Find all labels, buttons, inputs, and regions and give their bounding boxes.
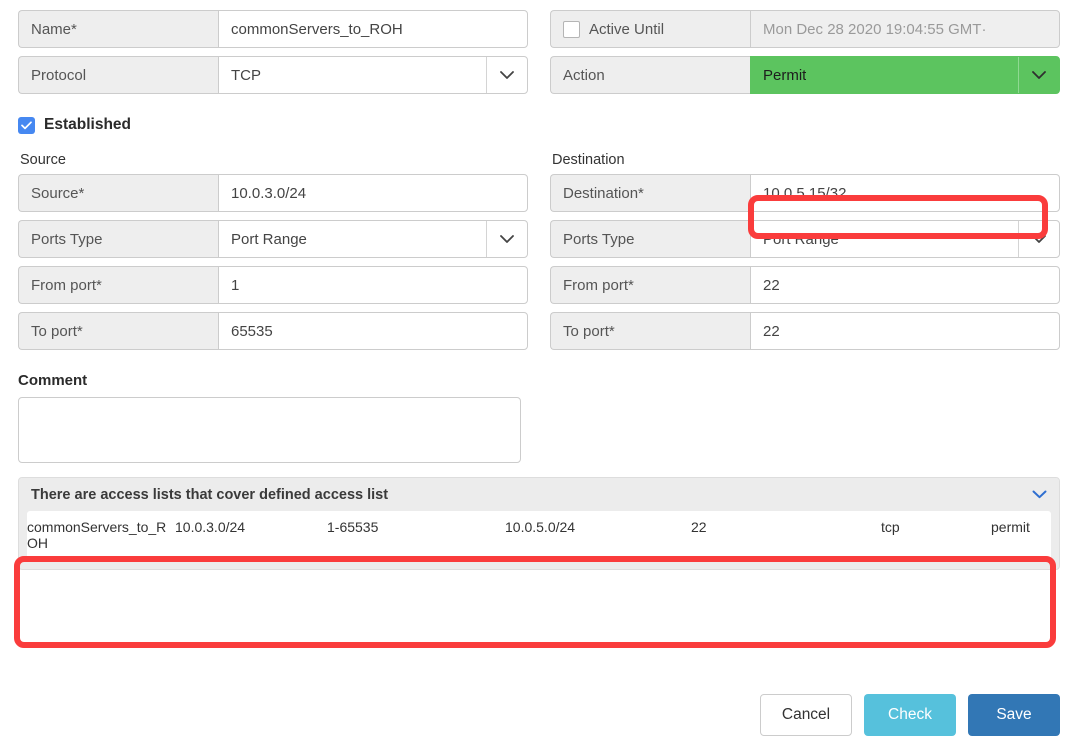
chevron-down-icon: [1018, 57, 1059, 93]
source-ports-type-select[interactable]: Port Range: [218, 220, 528, 258]
source-to-port-input[interactable]: 65535: [218, 312, 528, 350]
source-destination-row: Source Source* 10.0.3.0/24 Ports Type Po…: [0, 152, 1078, 358]
source-from-port-label: From port*: [18, 266, 218, 304]
acl-destination-ports-cell: 22: [691, 511, 881, 559]
covering-access-lists-table: commonServers_to_ROH 10.0.3.0/24 1-65535…: [27, 511, 1051, 559]
cancel-button[interactable]: Cancel: [760, 694, 852, 736]
table-row[interactable]: commonServers_to_ROH 10.0.3.0/24 1-65535…: [27, 511, 1051, 559]
destination-address-input[interactable]: 10.0.5.15/32: [750, 174, 1060, 212]
active-until-input-group: Active Until Mon Dec 28 2020 19:04:55 GM…: [550, 10, 1060, 48]
destination-heading: Destination: [552, 152, 1060, 168]
protocol-column: Protocol TCP: [18, 56, 528, 102]
chevron-down-icon: [1018, 221, 1059, 257]
acl-destination-cell: 10.0.5.0/24: [505, 511, 691, 559]
destination-to-port-group: To port* 22: [550, 312, 1060, 350]
destination-from-port-group: From port* 22: [550, 266, 1060, 304]
destination-ports-type-value: Port Range: [763, 231, 839, 248]
covering-access-lists-title: There are access lists that cover define…: [31, 487, 388, 503]
source-from-port-input[interactable]: 1: [218, 266, 528, 304]
check-button[interactable]: Check: [864, 694, 956, 736]
destination-to-port-input[interactable]: 22: [750, 312, 1060, 350]
name-input[interactable]: commonServers_to_ROH: [218, 10, 528, 48]
action-label: Action: [550, 56, 750, 94]
active-until-column: Active Until Mon Dec 28 2020 19:04:55 GM…: [550, 10, 1060, 56]
protocol-action-row: Protocol TCP Action Permit: [0, 56, 1078, 102]
source-to-port-label: To port*: [18, 312, 218, 350]
chevron-down-icon: [486, 57, 527, 93]
access-list-rule-editor: Name* commonServers_to_ROH Active Until …: [0, 0, 1078, 754]
name-input-group: Name* commonServers_to_ROH: [18, 10, 528, 48]
protocol-select[interactable]: TCP: [218, 56, 528, 94]
acl-protocol-cell: tcp: [881, 511, 991, 559]
active-until-input[interactable]: Mon Dec 28 2020 19:04:55 GMT·: [750, 10, 1060, 48]
comment-heading: Comment: [18, 372, 1060, 389]
source-address-label: Source*: [18, 174, 218, 212]
acl-action-cell: permit: [991, 511, 1051, 559]
source-ports-type-label: Ports Type: [18, 220, 218, 258]
chevron-down-icon[interactable]: [1032, 487, 1047, 503]
destination-to-port-label: To port*: [550, 312, 750, 350]
established-checkbox[interactable]: [18, 117, 35, 134]
comment-textarea[interactable]: [18, 397, 521, 463]
source-address-input[interactable]: 10.0.3.0/24: [218, 174, 528, 212]
active-until-checkbox[interactable]: [563, 21, 580, 38]
action-select[interactable]: Permit: [750, 56, 1060, 94]
destination-ports-type-select[interactable]: Port Range: [750, 220, 1060, 258]
action-input-group: Action Permit: [550, 56, 1060, 94]
destination-from-port-label: From port*: [550, 266, 750, 304]
footer-actions: Cancel Check Save: [760, 694, 1060, 736]
destination-address-group: Destination* 10.0.5.15/32: [550, 174, 1060, 212]
protocol-value: TCP: [231, 67, 261, 84]
source-to-port-group: To port* 65535: [18, 312, 528, 350]
source-from-port-group: From port* 1: [18, 266, 528, 304]
source-address-group: Source* 10.0.3.0/24: [18, 174, 528, 212]
acl-source-cell: 10.0.3.0/24: [175, 511, 327, 559]
save-button[interactable]: Save: [968, 694, 1060, 736]
action-value: Permit: [763, 67, 806, 84]
established-label: Established: [44, 116, 131, 134]
destination-address-label: Destination*: [550, 174, 750, 212]
destination-ports-type-group: Ports Type Port Range: [550, 220, 1060, 258]
covering-access-lists-header[interactable]: There are access lists that cover define…: [19, 478, 1059, 511]
source-ports-type-value: Port Range: [231, 231, 307, 248]
covering-access-lists-panel: There are access lists that cover define…: [18, 477, 1060, 570]
comment-section: Comment: [0, 358, 1078, 463]
acl-name-cell[interactable]: commonServers_to_ROH: [27, 511, 175, 559]
source-section: Source Source* 10.0.3.0/24 Ports Type Po…: [18, 152, 528, 358]
destination-section: Destination Destination* 10.0.5.15/32 Po…: [550, 152, 1060, 358]
active-until-label: Active Until: [589, 21, 664, 38]
protocol-input-group: Protocol TCP: [18, 56, 528, 94]
protocol-label: Protocol: [18, 56, 218, 94]
name-label: Name*: [18, 10, 218, 48]
name-column: Name* commonServers_to_ROH: [18, 10, 528, 56]
top-row: Name* commonServers_to_ROH Active Until …: [0, 0, 1078, 56]
chevron-down-icon: [486, 221, 527, 257]
destination-from-port-input[interactable]: 22: [750, 266, 1060, 304]
acl-source-ports-cell: 1-65535: [327, 511, 505, 559]
source-heading: Source: [20, 152, 528, 168]
established-row[interactable]: Established: [0, 102, 1078, 134]
action-column: Action Permit: [550, 56, 1060, 102]
destination-ports-type-label: Ports Type: [550, 220, 750, 258]
active-until-label-cell: Active Until: [550, 10, 750, 48]
source-ports-type-group: Ports Type Port Range: [18, 220, 528, 258]
